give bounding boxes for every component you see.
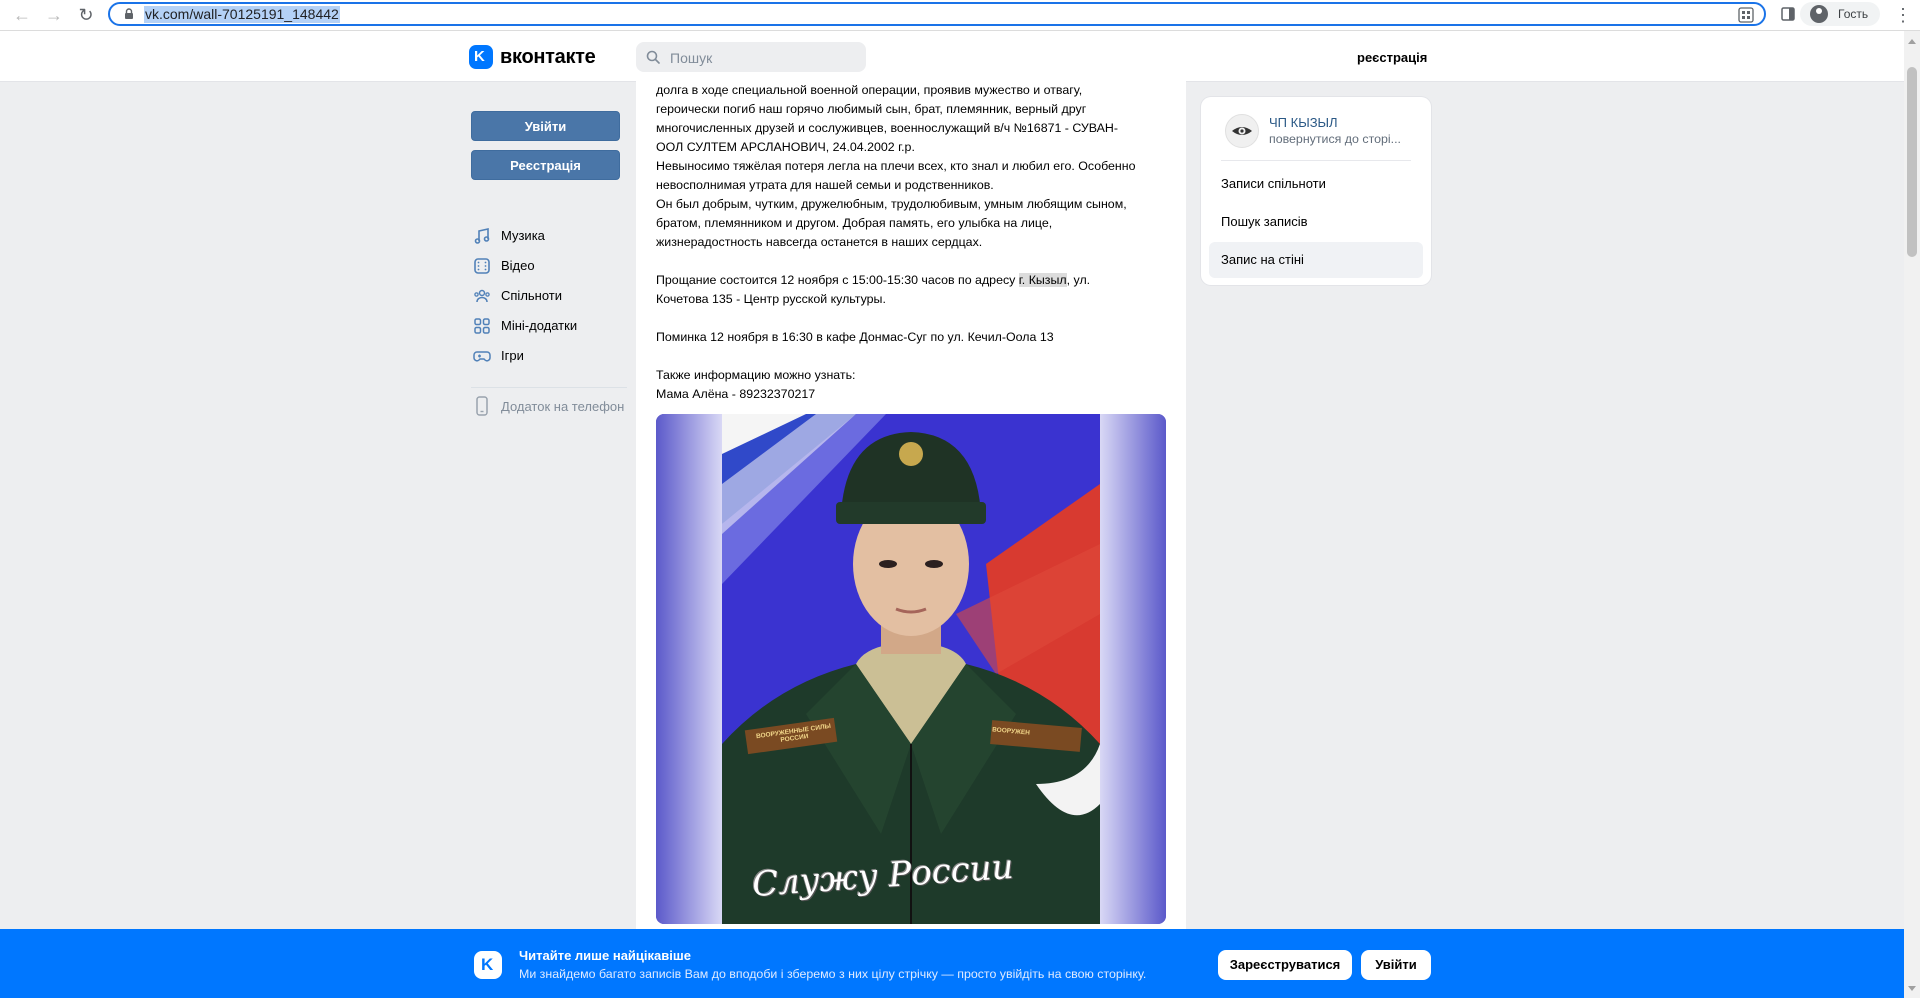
post-text: долга в ходе специальной военной операци… (656, 81, 1166, 404)
reload-icon[interactable]: ↻ (74, 3, 98, 27)
music-icon (474, 228, 490, 244)
banner-title: Читайте лише найцікавіше (519, 948, 691, 963)
header-register-link[interactable]: реєстрація (1357, 50, 1427, 65)
right-link-community-posts[interactable]: Записи спільноти (1209, 166, 1423, 202)
profile-label: Гость (1838, 7, 1869, 21)
sidebar-item-label: Міні-додатки (501, 318, 578, 333)
sidebar-item-label: Додаток на телефон (501, 399, 625, 414)
browser-toolbar: ← → ↻ vk.com/wall-70125191_148442 Гость … (0, 0, 1920, 31)
group-back-link[interactable]: повернутися до сторі... (1269, 132, 1419, 146)
register-button[interactable]: Реєстрація (471, 150, 620, 180)
vk-logo-icon[interactable] (469, 45, 493, 69)
sidebar-item-games[interactable]: Ігри (471, 340, 631, 370)
more-menu-icon[interactable]: ⋮ (1894, 3, 1912, 27)
lock-icon (125, 8, 133, 19)
post-line: Невыносимо тяжёлая потеря легла на плечи… (656, 159, 1136, 173)
page-scrollbar[interactable] (1904, 31, 1920, 998)
info-line: Также информацию можно узнать: (656, 368, 856, 382)
farewell-suffix: , ул. (1066, 273, 1091, 287)
post-line: Он был добрым, чутким, дружелюбным, труд… (656, 197, 1127, 211)
banner-subtitle: Ми знайдемо багато записів Вам до вподоб… (519, 967, 1147, 981)
right-link-label: Пошук записів (1221, 214, 1308, 229)
portrait-image (656, 414, 1166, 924)
right-link-wall-post[interactable]: Запис на стіні (1209, 242, 1423, 278)
post-line: невосполнимая утрата для нашей семьи и р… (656, 178, 994, 192)
right-link-label: Записи спільноти (1221, 176, 1326, 191)
vk-logo-icon (474, 951, 502, 979)
vk-header: вконтакте реєстрація (0, 31, 1904, 82)
sidebar-item-apps[interactable]: Міні-додатки (471, 310, 631, 340)
post-line: героически погиб наш горячо любимый сын,… (656, 102, 1087, 116)
logo-text[interactable]: вконтакте (500, 46, 596, 69)
side-panel-icon[interactable] (1780, 6, 1796, 22)
post-line: ООЛ СУЛТЕМ АРСЛАНОВИЧ, 24.04.2002 г.р. (656, 140, 915, 154)
right-divider (1221, 160, 1411, 161)
phone-icon (476, 396, 488, 416)
games-icon (473, 351, 491, 362)
forward-arrow-icon[interactable]: → (42, 3, 66, 27)
sidebar-item-groups[interactable]: Спільноти (471, 280, 631, 310)
sidebar-item-label: Спільноти (501, 288, 563, 303)
eye-icon (1232, 127, 1252, 135)
search-box[interactable] (636, 42, 866, 72)
search-icon (646, 50, 660, 64)
post-line: многочисленных друзей и сослуживцев, вое… (656, 121, 1118, 135)
post-line: братом, племянником и другом. Добрая пам… (656, 216, 1053, 230)
contact-line: Мама Алёна - 89232370217 (656, 387, 816, 401)
sidebar-divider (471, 387, 627, 388)
signup-banner: Читайте лише найцікавіше Ми знайдемо баг… (0, 929, 1904, 998)
address-bar[interactable]: vk.com/wall-70125191_148442 (108, 2, 1766, 26)
group-name[interactable]: ЧП КЫЗЫЛ (1269, 115, 1338, 130)
sidebar-item-video[interactable]: Відео (471, 250, 631, 280)
post-photo[interactable]: ВООРУЖЕННЫЕ СИЛЫ РОССИИ ВООРУЖЕН Служу Р… (656, 414, 1166, 924)
farewell-line-2: Кочетова 135 - Центр русской культуры. (656, 292, 886, 306)
sidebar-item-label: Відео (501, 258, 535, 273)
avatar-icon (1810, 5, 1828, 23)
city-highlight: г. Кызыл (1018, 273, 1067, 287)
post-line: долга в ходе специальной военной операци… (656, 83, 1083, 97)
sidebar-item-label: Ігри (501, 348, 524, 363)
right-panel: ЧП КЫЗЫЛ повернутися до сторі... Записи … (1201, 97, 1431, 285)
scroll-thumb[interactable] (1907, 67, 1917, 257)
search-input[interactable] (668, 48, 862, 68)
right-link-search-posts[interactable]: Пошук записів (1209, 204, 1423, 240)
farewell-prefix: Прощание состоится 12 ноября с 15:00-15:… (656, 273, 1019, 287)
banner-login-button[interactable]: Увійти (1361, 950, 1431, 980)
group-avatar[interactable] (1225, 114, 1259, 148)
scroll-up-icon[interactable] (1908, 39, 1916, 44)
wake-line: Поминка 12 ноября в 16:30 в кафе Донмас-… (656, 330, 1054, 344)
apps-icon (474, 318, 490, 334)
sidebar-item-label: Музика (501, 228, 545, 243)
video-icon (474, 258, 490, 274)
url-text[interactable]: vk.com/wall-70125191_148442 (144, 6, 340, 23)
sidebar-item-music[interactable]: Музика (471, 220, 631, 250)
scroll-down-icon[interactable] (1908, 986, 1916, 991)
qr-code-icon[interactable] (1738, 7, 1754, 23)
side-menu: Музика Відео Спільноти Міні-додатки Ігри (471, 220, 631, 370)
right-link-label: Запис на стіні (1221, 252, 1304, 267)
banner-register-button[interactable]: Зареєструватися (1218, 950, 1352, 980)
farewell-line: Прощание состоится 12 ноября с 15:00-15:… (656, 271, 1166, 290)
login-button[interactable]: Увійти (471, 111, 620, 141)
back-arrow-icon[interactable]: ← (10, 3, 34, 27)
sidebar-item-phone-app[interactable]: Додаток на телефон (471, 394, 631, 420)
groups-icon (474, 289, 490, 303)
profile-button[interactable]: Гость (1800, 2, 1880, 26)
post-line: жизнерадостность навсегда останется в на… (656, 235, 983, 249)
